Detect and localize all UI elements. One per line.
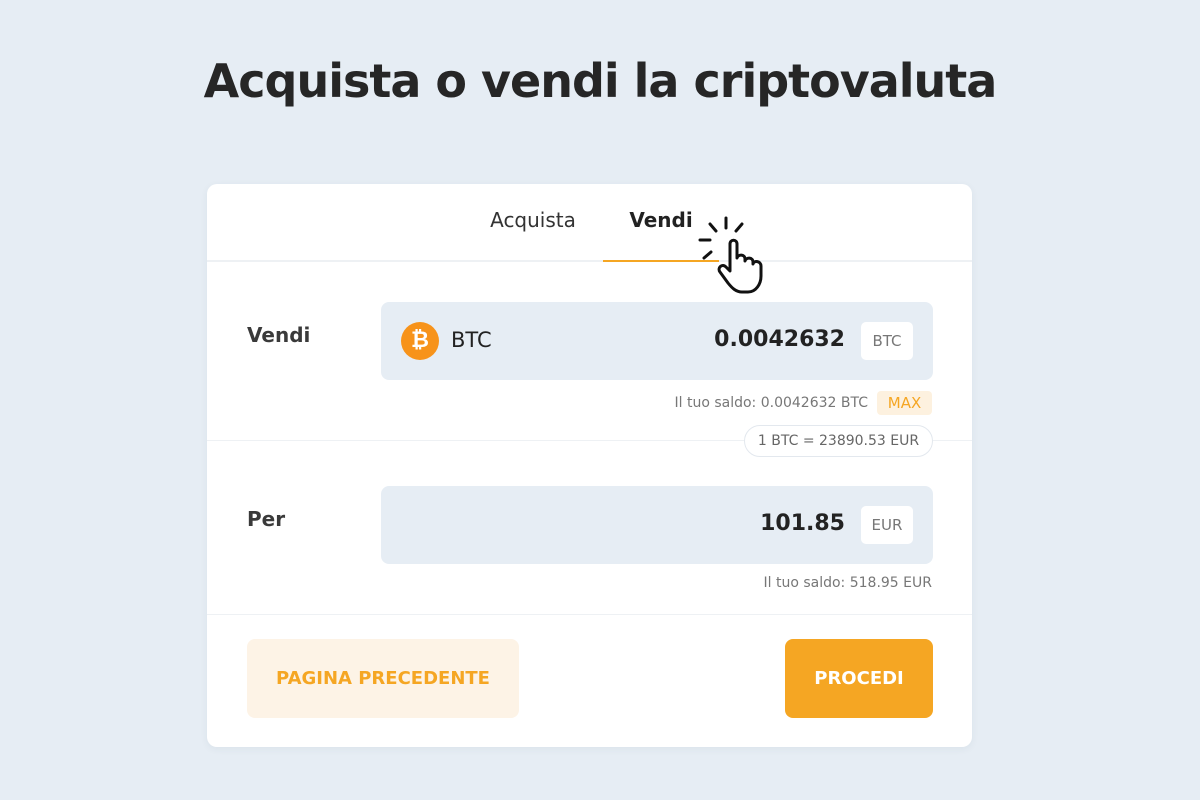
sell-amount-field[interactable]: ₿ BTC 0.0042632 BTC	[381, 302, 933, 380]
receive-unit-badge: EUR	[861, 506, 913, 544]
max-button[interactable]: MAX	[877, 391, 932, 415]
sell-amount-input[interactable]: 0.0042632	[714, 327, 845, 352]
click-cursor-icon	[698, 216, 763, 294]
section-divider	[207, 614, 972, 615]
receive-amount-input[interactable]: 101.85	[760, 511, 845, 536]
exchange-card: Acquista Vendi Vendi ₿ BTC 0.0042632 BTC…	[207, 184, 972, 747]
page-title: Acquista o vendi la criptovaluta	[203, 54, 998, 108]
previous-page-button[interactable]: PAGINA PRECEDENTE	[247, 639, 519, 718]
sell-unit-badge: BTC	[861, 322, 913, 360]
receive-label: Per	[247, 507, 286, 531]
coin-name: BTC	[451, 328, 492, 352]
proceed-button[interactable]: PROCEDI	[785, 639, 933, 718]
tab-bar: Acquista Vendi	[207, 184, 972, 262]
exchange-rate-badge: 1 BTC = 23890.53 EUR	[744, 425, 933, 457]
receive-amount-field[interactable]: 101.85 EUR	[381, 486, 933, 564]
sell-label: Vendi	[247, 323, 311, 347]
bitcoin-icon: ₿	[401, 322, 439, 360]
tab-buy[interactable]: Acquista	[483, 208, 583, 262]
receive-balance: Il tuo saldo: 518.95 EUR	[763, 575, 933, 591]
sell-balance: Il tuo saldo: 0.0042632 BTC	[674, 395, 869, 411]
